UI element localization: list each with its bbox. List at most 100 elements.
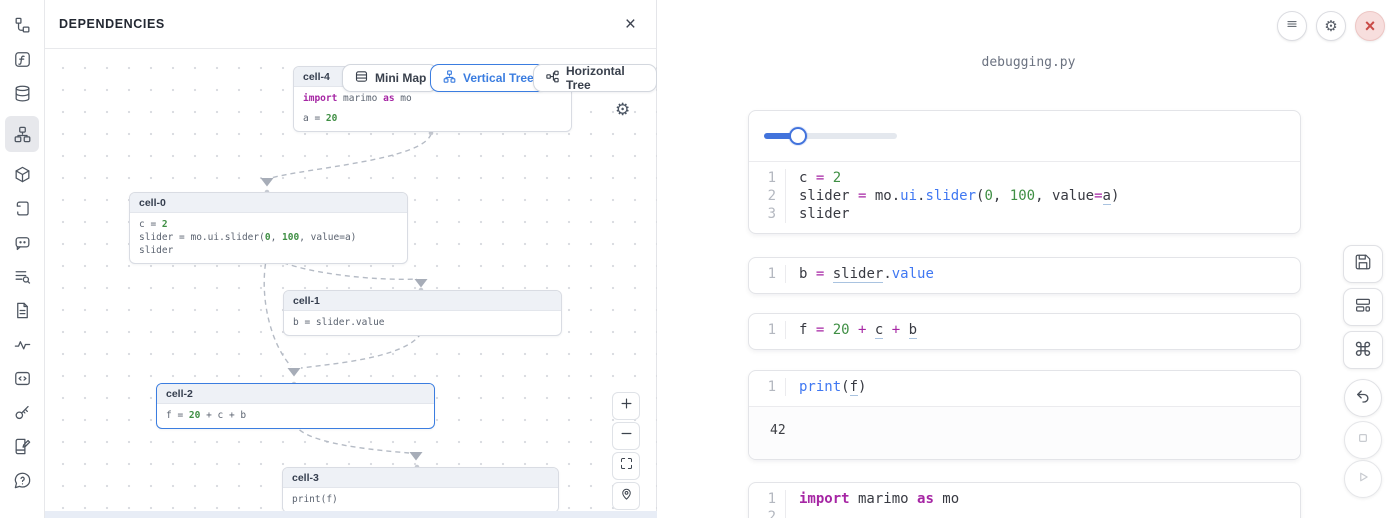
sidebar-item-packages[interactable] — [5, 163, 39, 186]
sidebar-item-help[interactable] — [5, 469, 39, 492]
document-icon — [13, 301, 32, 320]
zoom-out-button[interactable] — [612, 422, 640, 450]
notebook-panel: ⚙× debugging.py 1c = 22slider = mo.ui.sl… — [657, 0, 1400, 518]
sidebar-item-dependency-graph[interactable] — [5, 116, 39, 152]
plus-icon — [619, 396, 634, 416]
sidebar-item-chat[interactable] — [5, 231, 39, 254]
horizontal-tree-label: Horizontal Tree — [566, 64, 645, 92]
line-number: 1 — [749, 169, 785, 187]
graph-node-cell-2[interactable]: cell-2f = 20 + c + b — [156, 383, 435, 429]
notebook-topbar: ⚙× — [1277, 11, 1385, 41]
code-editor[interactable]: 1print(f) — [749, 371, 1300, 406]
arrowhead-icon — [261, 178, 274, 187]
close-icon[interactable]: × — [619, 13, 642, 36]
minus-icon — [619, 426, 634, 446]
line-number: 1 — [749, 490, 785, 508]
mini-map-button[interactable]: Mini Map — [342, 64, 438, 92]
key-icon — [13, 403, 32, 422]
line-number: 3 — [749, 205, 785, 223]
arrowhead-icon — [410, 452, 423, 461]
vertical-tree-icon — [442, 69, 457, 87]
save-button[interactable] — [1343, 245, 1383, 283]
play-icon — [1354, 468, 1372, 491]
graph-node-title: cell-1 — [284, 291, 561, 311]
graph-settings-gear-icon[interactable]: ⚙ — [615, 101, 630, 118]
zoom-controls — [612, 392, 640, 510]
chat-icon — [13, 233, 32, 252]
code-editor[interactable]: 1f = 20 + c + b — [749, 314, 1300, 349]
notebook-cell-1[interactable]: 1b = slider.value — [748, 257, 1301, 294]
code-editor[interactable]: 1c = 22slider = mo.ui.slider(0, 100, val… — [749, 162, 1300, 233]
cell-output: 42 — [749, 406, 1300, 459]
dependency-graph-canvas[interactable]: cell-4import marimo as moa = 20cell-0c =… — [45, 48, 657, 511]
undo-button[interactable] — [1344, 379, 1382, 417]
shortcuts-button[interactable]: ⌘ — [1343, 331, 1383, 369]
notebook-cell-3[interactable]: 1print(f)42 — [748, 370, 1301, 460]
slider-output-area — [749, 111, 1300, 162]
help-icon — [13, 471, 32, 490]
minimap-icon — [354, 69, 369, 87]
sidebar-item-search[interactable] — [5, 265, 39, 288]
dependencies-panel: DEPENDENCIES × cell-4import marimo as mo… — [45, 0, 657, 518]
zoom-in-button[interactable] — [612, 392, 640, 420]
sidebar-item-scratchpad[interactable] — [5, 435, 39, 458]
list-search-icon — [13, 267, 32, 286]
sidebar-item-logs[interactable] — [5, 197, 39, 220]
scratchpad-icon — [13, 437, 32, 456]
command-icon: ⌘ — [1354, 341, 1373, 360]
sidebar-item-data-sources[interactable] — [5, 82, 39, 105]
edge-cell-1-to-cell-2 — [301, 333, 421, 368]
panel-title: DEPENDENCIES — [59, 17, 165, 31]
code-editor[interactable]: 1import marimo as mo2 — [749, 483, 1300, 518]
scroll-icon — [13, 199, 32, 218]
sidebar-item-functions[interactable] — [5, 48, 39, 71]
sidebar-item-snippets[interactable] — [5, 299, 39, 322]
line-number: 1 — [749, 378, 785, 396]
file-tree-icon — [13, 16, 32, 35]
notebook-cell-4[interactable]: 1import marimo as mo2 — [748, 482, 1301, 518]
graph-node-code: print(f) — [283, 488, 558, 511]
stop-icon — [1354, 429, 1372, 452]
sidebar-item-outline[interactable] — [5, 367, 39, 390]
shutdown-button[interactable]: × — [1355, 11, 1385, 41]
graph-node-cell-3[interactable]: cell-3print(f) — [282, 467, 559, 511]
graph-node-title: cell-0 — [130, 193, 407, 213]
graph-node-title: cell-2 — [157, 384, 434, 404]
notebook-cell-2[interactable]: 1f = 20 + c + b — [748, 313, 1301, 350]
mini-map-label: Mini Map — [375, 71, 426, 85]
fit-view-button[interactable] — [612, 452, 640, 480]
slider-thumb[interactable] — [789, 127, 807, 145]
run-button — [1344, 460, 1382, 498]
menu-button[interactable] — [1277, 11, 1307, 41]
notebook-cell-0[interactable]: 1c = 22slider = mo.ui.slider(0, 100, val… — [748, 110, 1301, 234]
stop-button — [1344, 421, 1382, 459]
activity-icon — [13, 335, 32, 354]
vertical-tree-label: Vertical Tree — [463, 71, 534, 85]
database-icon — [13, 84, 32, 103]
graph-node-code: f = 20 + c + b — [157, 404, 434, 428]
arrowhead-icon — [288, 368, 301, 377]
code-editor[interactable]: 1b = slider.value — [749, 258, 1300, 293]
sidebar-item-file-tree[interactable] — [5, 14, 39, 37]
pin-icon — [619, 486, 634, 506]
graph-node-code: c = 2slider = mo.ui.slider(0, 100, value… — [130, 213, 407, 263]
sidebar-item-tracing[interactable] — [5, 333, 39, 356]
locate-button[interactable] — [612, 482, 640, 510]
arrowhead-icon — [415, 279, 428, 288]
sidebar — [0, 0, 45, 518]
sidebar-item-secrets[interactable] — [5, 401, 39, 424]
line-number: 2 — [749, 508, 785, 518]
notebook-filename[interactable]: debugging.py — [657, 55, 1400, 70]
vertical-tree-button[interactable]: Vertical Tree — [430, 64, 546, 92]
line-number: 2 — [749, 187, 785, 205]
horizontal-scrollbar[interactable] — [45, 511, 657, 518]
layout-button[interactable] — [1343, 288, 1383, 326]
graph-node-cell-1[interactable]: cell-1b = slider.value — [283, 290, 562, 336]
graph-node-cell-0[interactable]: cell-0c = 2slider = mo.ui.slider(0, 100,… — [129, 192, 408, 264]
line-number: 1 — [749, 265, 785, 283]
graph-node-title: cell-3 — [283, 468, 558, 488]
horizontal-tree-button[interactable]: Horizontal Tree — [533, 64, 657, 92]
slider-widget[interactable] — [764, 133, 897, 139]
settings-button[interactable]: ⚙ — [1316, 11, 1346, 41]
maximize-icon — [619, 456, 634, 476]
